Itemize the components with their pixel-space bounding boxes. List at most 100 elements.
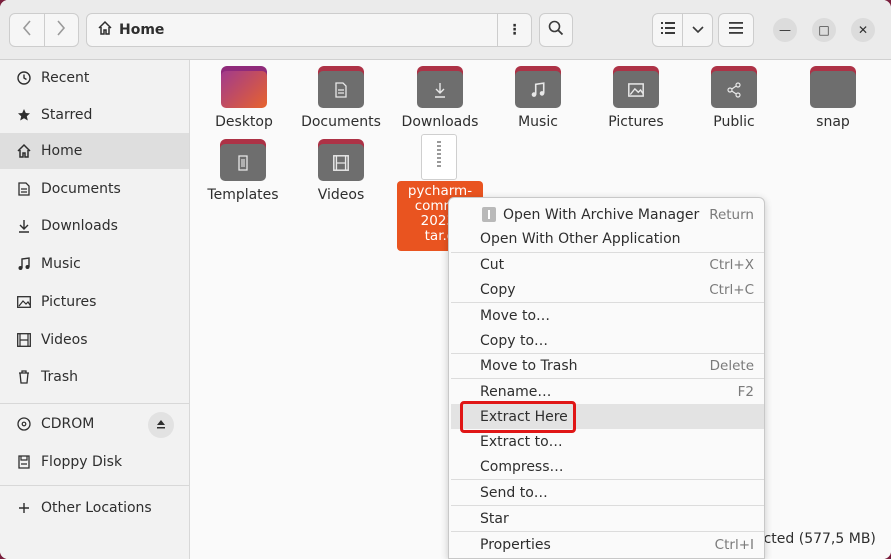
- sidebar-item-downloads[interactable]: Downloads: [0, 208, 189, 244]
- star-icon: [16, 107, 32, 123]
- templates-folder-icon: [220, 139, 266, 181]
- close-button[interactable]: ✕: [851, 18, 875, 42]
- path-home-button[interactable]: Home: [87, 14, 497, 46]
- menu-item-accelerator: Ctrl+C: [709, 281, 754, 298]
- menu-item-label: Copy to…: [480, 332, 549, 349]
- search-button[interactable]: [539, 13, 573, 47]
- sidebar-item-label: Trash: [41, 369, 78, 385]
- menu-item-open-with-other-application[interactable]: Open With Other Application: [451, 226, 764, 251]
- file-name: snap: [816, 114, 850, 130]
- picture-icon: [16, 294, 32, 310]
- menu-item-accelerator: F2: [737, 383, 754, 400]
- chevron-down-icon: [691, 22, 704, 38]
- sidebar-item-label: Music: [41, 256, 81, 272]
- chevron-right-icon: [56, 19, 66, 41]
- menu-item-copy-to[interactable]: Copy to…: [451, 328, 764, 353]
- list-view-icon: [660, 22, 675, 38]
- menu-item-label: Extract to…: [480, 433, 563, 450]
- sidebar-separator: [0, 485, 189, 486]
- file-item-documents[interactable]: Documents: [291, 60, 391, 130]
- context-menu: Open With Archive Manager Return Open Wi…: [448, 197, 765, 559]
- clock-icon: [16, 70, 32, 86]
- sidebar-item-pictures[interactable]: Pictures: [0, 284, 189, 320]
- menu-item-send-to[interactable]: Send to…: [451, 480, 764, 505]
- home-icon: [97, 20, 113, 40]
- path-more-button[interactable]: ⋮: [497, 14, 531, 46]
- sidebar-item-starred[interactable]: Starred: [0, 97, 189, 133]
- main-menu-button[interactable]: [718, 13, 754, 47]
- public-folder-icon: [711, 66, 757, 108]
- sidebar-item-floppy-disk[interactable]: Floppy Disk: [0, 444, 189, 480]
- menu-item-compress[interactable]: Compress…: [451, 454, 764, 479]
- sidebar-separator: [0, 403, 189, 404]
- file-name: Templates: [207, 187, 279, 203]
- sidebar-item-music[interactable]: Music: [0, 246, 189, 282]
- view-options-button[interactable]: [682, 14, 712, 46]
- file-item-videos[interactable]: Videos: [291, 133, 391, 203]
- file-name: Public: [713, 114, 755, 130]
- sidebar-item-label: Starred: [41, 107, 93, 123]
- file-item-snap[interactable]: snap: [783, 60, 883, 130]
- pictures-folder-icon: [613, 66, 659, 108]
- menu-item-label: Compress…: [480, 458, 564, 475]
- file-item-templates[interactable]: Templates: [193, 133, 293, 203]
- file-item-public[interactable]: Public: [684, 60, 784, 130]
- menu-item-copy[interactable]: Copy Ctrl+C: [451, 277, 764, 302]
- menu-item-move-to[interactable]: Move to…: [451, 303, 764, 328]
- sidebar-item-label: Documents: [41, 181, 121, 197]
- sidebar-item-label: Other Locations: [41, 500, 152, 516]
- menu-item-cut[interactable]: Cut Ctrl+X: [451, 252, 764, 277]
- archive-manager-icon: [482, 207, 496, 222]
- file-item-desktop[interactable]: Desktop: [194, 60, 294, 130]
- document-icon: [16, 181, 32, 197]
- menu-item-open-with-archive-manager[interactable]: Open With Archive Manager Return: [451, 202, 764, 227]
- menu-item-move-to-trash[interactable]: Move to Trash Delete: [451, 353, 764, 378]
- file-item-pictures[interactable]: Pictures: [586, 60, 686, 130]
- menu-item-accelerator: Ctrl+I: [714, 536, 754, 553]
- menu-item-properties[interactable]: Properties Ctrl+I: [451, 532, 764, 557]
- sidebar: Recent Starred Home Documents Downloads …: [0, 60, 190, 559]
- sidebar-item-documents[interactable]: Documents: [0, 171, 189, 207]
- eject-button[interactable]: [148, 412, 174, 438]
- file-name: Downloads: [401, 114, 479, 130]
- file-item-downloads[interactable]: Downloads: [390, 60, 490, 130]
- eject-icon: [156, 419, 166, 432]
- minimize-button[interactable]: —: [773, 18, 797, 42]
- music-icon: [16, 256, 32, 272]
- sidebar-item-home[interactable]: Home: [0, 133, 189, 169]
- videos-folder-icon: [318, 139, 364, 181]
- sidebar-item-recent[interactable]: Recent: [0, 60, 189, 96]
- list-view-button[interactable]: [653, 14, 682, 46]
- file-name: Music: [518, 114, 558, 130]
- menu-item-label: Move to Trash: [480, 357, 578, 374]
- menu-item-accelerator: Ctrl+X: [709, 256, 754, 273]
- menu-item-label: Open With Archive Manager: [503, 206, 700, 223]
- sidebar-item-other-locations[interactable]: Other Locations: [0, 490, 189, 526]
- menu-item-star[interactable]: Star: [451, 506, 764, 531]
- chevron-left-icon: [22, 19, 32, 41]
- forward-button[interactable]: [43, 14, 79, 46]
- menu-item-label: Properties: [480, 536, 551, 553]
- header-bar: Home ⋮ — □ ✕: [0, 0, 891, 60]
- file-name: Desktop: [215, 114, 273, 130]
- sidebar-item-videos[interactable]: Videos: [0, 322, 189, 358]
- menu-item-label: Star: [480, 510, 509, 527]
- navigation-buttons: [9, 13, 79, 47]
- menu-item-label: Rename…: [480, 383, 552, 400]
- path-bar: Home ⋮: [86, 13, 532, 47]
- file-item-music[interactable]: Music: [488, 60, 588, 130]
- maximize-button[interactable]: □: [812, 18, 836, 42]
- back-button[interactable]: [10, 14, 44, 46]
- search-icon: [548, 20, 564, 40]
- folder-icon: [810, 66, 856, 108]
- menu-item-label: Cut: [480, 256, 505, 273]
- file-manager-window: Home ⋮ — □ ✕ Recent Starred Home Documen…: [0, 0, 891, 559]
- selection-status: ected (577,5 MB): [755, 531, 876, 547]
- home-icon: [16, 143, 32, 159]
- view-toggle-group: [652, 13, 713, 47]
- sidebar-item-label: CDROM: [41, 416, 95, 432]
- disc-icon: [16, 416, 32, 432]
- sidebar-item-label: Videos: [41, 332, 88, 348]
- sidebar-item-trash[interactable]: Trash: [0, 359, 189, 395]
- archive-icon[interactable]: [421, 134, 457, 180]
